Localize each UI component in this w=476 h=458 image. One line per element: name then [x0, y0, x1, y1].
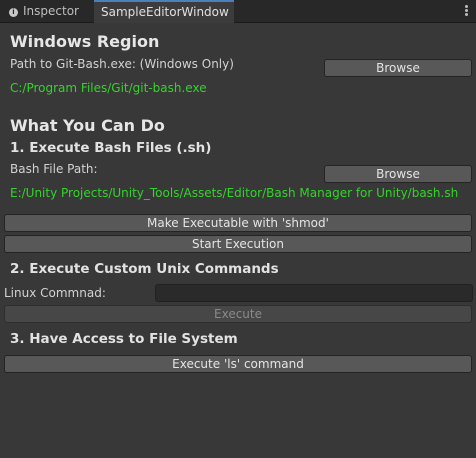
browse-bash-file-button[interactable]: Browse: [324, 165, 472, 183]
linux-command-label: Linux Commnad:: [4, 286, 106, 300]
windows-region-title: Windows Region: [10, 32, 160, 51]
linux-command-input[interactable]: [155, 284, 473, 302]
what-you-can-do-title: What You Can Do: [10, 116, 165, 135]
execute-command-button[interactable]: Execute: [4, 305, 472, 323]
info-icon: i: [9, 8, 18, 17]
tab-inspector[interactable]: i Inspector: [0, 0, 94, 23]
tab-sample-editor-window[interactable]: SampleEditorWindow: [94, 0, 234, 23]
tab-inspector-label: Inspector: [23, 4, 79, 18]
browse-git-bash-button[interactable]: Browse: [324, 59, 472, 77]
tab-sample-editor-window-label: SampleEditorWindow: [101, 5, 229, 19]
git-bash-path-label: Path to Git-Bash.exe: (Windows Only): [10, 57, 234, 71]
section-2-title: 2. Execute Custom Unix Commands: [10, 261, 279, 277]
git-bash-path-value: C:/Program Files/Git/git-bash.exe: [10, 81, 207, 95]
kebab-menu-icon[interactable]: [461, 5, 471, 17]
bash-file-path-value: E:/Unity Projects/Unity_Tools/Assets/Edi…: [10, 186, 459, 200]
section-1-title: 1. Execute Bash Files (.sh): [10, 140, 212, 156]
tab-bar: i Inspector SampleEditorWindow: [0, 0, 476, 23]
execute-ls-button[interactable]: Execute 'ls' command: [4, 355, 472, 373]
bash-file-path-label: Bash File Path:: [10, 162, 98, 176]
section-3-title: 3. Have Access to File System: [10, 331, 238, 347]
make-executable-button[interactable]: Make Executable with 'shmod': [4, 214, 472, 232]
start-execution-button[interactable]: Start Execution: [4, 235, 472, 253]
